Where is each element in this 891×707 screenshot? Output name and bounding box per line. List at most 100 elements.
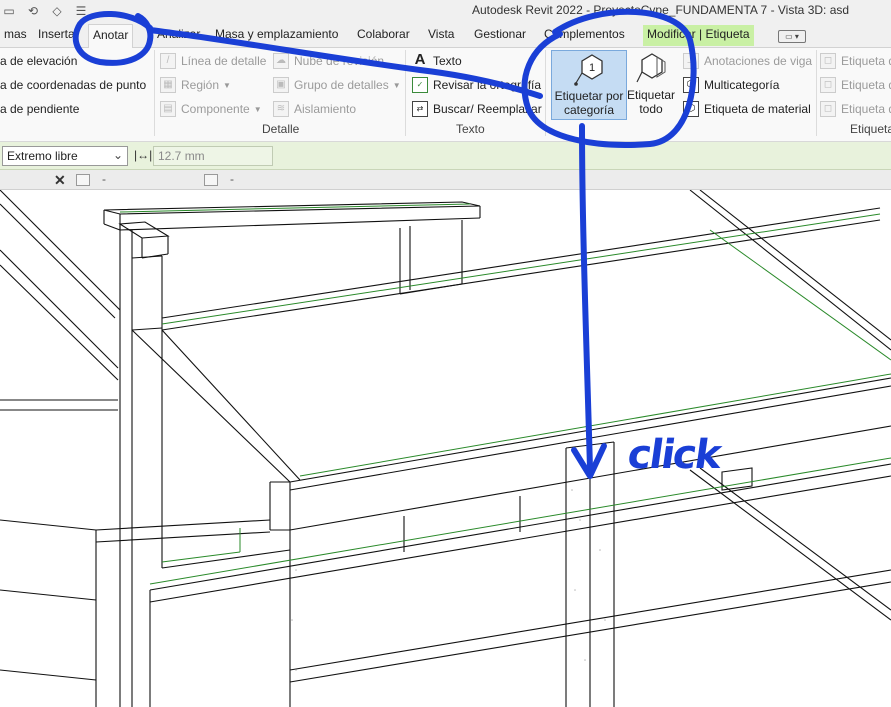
tag-icon: ◻: [820, 53, 836, 69]
detail-line-icon: /: [160, 53, 176, 69]
sync-icon[interactable]: ⟲: [26, 4, 40, 18]
detail-group-icon: ▣: [273, 77, 289, 93]
chevron-down-icon: ▼: [223, 80, 231, 90]
view-tab-2[interactable]: -: [230, 172, 234, 186]
spot-coordinate-button[interactable]: a de coordenadas de punto: [0, 74, 146, 96]
tag-icon: ◻: [820, 77, 836, 93]
spelling-button[interactable]: ✓ Revisar la ortografía: [412, 74, 541, 96]
spot-elevation-label: a de elevación: [0, 54, 78, 68]
right-tag-label-3: Etiqueta d: [841, 102, 891, 116]
tag-number: 1: [589, 62, 595, 74]
detail-line-button[interactable]: / Línea de detalle: [160, 50, 266, 72]
tab-insertar[interactable]: Insertar: [34, 27, 83, 47]
find-replace-icon: ⇄: [412, 101, 428, 117]
leader-end-value: Extremo libre: [7, 149, 78, 163]
tab-gestionar[interactable]: Gestionar: [470, 27, 530, 47]
multicategory-icon: ⬡: [683, 77, 699, 93]
open-icon[interactable]: ▭: [2, 4, 16, 18]
revision-cloud-icon: ☁: [273, 53, 289, 69]
view-icon: [204, 174, 218, 186]
find-replace-button[interactable]: ⇄ Buscar/ Reemplazar: [412, 98, 542, 120]
detail-panel-label: Detalle: [262, 122, 300, 136]
tab-complementos[interactable]: Complementos: [540, 27, 629, 47]
view-tabs: ✕ - -: [0, 170, 891, 190]
spell-check-icon: ✓: [412, 77, 428, 93]
panel-separator: [816, 50, 817, 136]
leader-end-select[interactable]: Extremo libre ⌄: [2, 146, 128, 166]
measure-icon[interactable]: ◇: [50, 4, 64, 18]
options-bar: Extremo libre ⌄ |↔| 12.7 mm: [0, 142, 891, 170]
revision-cloud-button[interactable]: ☁ Nube de revisión: [273, 50, 384, 72]
tab-modificar-etiqueta[interactable]: Modificar | Etiqueta: [643, 25, 754, 46]
quick-access-toolbar: ▭ ⟲ ◇ ☰: [0, 0, 88, 22]
spot-slope-label: a de pendiente: [0, 102, 80, 116]
beam-annotations-button[interactable]: ⊥ Anotaciones de viga: [683, 50, 812, 72]
panel-separator: [405, 50, 406, 136]
multicategory-button[interactable]: ⬡ Multicategoría: [683, 74, 779, 96]
spot-coordinate-label: a de coordenadas de punto: [0, 78, 147, 92]
beam-annotations-label: Anotaciones de viga: [704, 54, 813, 68]
tag-by-category-button[interactable]: 1 Etiquetar por categoría: [551, 50, 627, 120]
text-label: Texto: [433, 54, 462, 68]
material-tag-label: Etiqueta de material: [704, 102, 811, 116]
tab-analizar[interactable]: Analizar: [153, 27, 204, 47]
panel-separator: [154, 50, 155, 136]
leader-length-input[interactable]: 12.7 mm: [153, 146, 273, 166]
region-label: Región: [181, 78, 220, 92]
list-icon[interactable]: ☰: [74, 4, 88, 18]
beam-annotations-icon: ⊥: [683, 53, 699, 69]
insulation-label: Aislamiento: [294, 102, 357, 116]
view-icon: [76, 174, 90, 186]
spot-slope-button[interactable]: a de pendiente: [0, 98, 79, 120]
tag-by-category-icon: 1: [574, 54, 603, 86]
right-tag-button-3[interactable]: ◻ Etiqueta d: [820, 98, 891, 120]
view-tab-1[interactable]: -: [102, 172, 106, 186]
right-tag-label-2: Etiqueta d: [841, 78, 891, 92]
leader-length-icon: |↔|: [134, 148, 153, 162]
material-tag-icon: ⬡: [683, 101, 699, 117]
tab-vista[interactable]: Vista: [424, 27, 458, 47]
chevron-down-icon: ▼: [392, 80, 401, 90]
tag-all-label-line1: Etiquetar: [626, 88, 676, 102]
tab-colaborar[interactable]: Colaborar: [353, 27, 414, 47]
revision-cloud-label: Nube de revisión: [294, 54, 385, 68]
right-tag-button-1[interactable]: ◻ Etiqueta d: [820, 50, 891, 72]
tag-all-icon: [636, 53, 666, 83]
tag-by-category-label-line1: Etiquetar por: [554, 89, 624, 103]
text-icon: A: [414, 51, 426, 68]
region-button[interactable]: ▦ Región ▼: [160, 74, 231, 96]
detail-line-label: Línea de detalle: [181, 54, 267, 68]
close-icon[interactable]: ✕: [54, 172, 66, 189]
tab-mas[interactable]: mas: [0, 27, 31, 47]
insulation-button[interactable]: ≋ Aislamiento: [273, 98, 356, 120]
model-drawing: [0, 190, 891, 707]
chevron-down-icon: ⌄: [112, 148, 123, 162]
component-label: Componente: [181, 102, 250, 116]
tab-masa-emplazamiento[interactable]: Masa y emplazamiento: [211, 27, 342, 47]
find-replace-label: Buscar/ Reemplazar: [433, 102, 542, 116]
spot-elevation-button[interactable]: a de elevación: [0, 50, 77, 72]
ribbon-tabs: mas Insertar Anotar Analizar Masa y empl…: [0, 22, 891, 49]
spelling-label: Revisar la ortografía: [433, 78, 542, 92]
tag-panel-label: Etiqueta: [850, 122, 891, 136]
window-title: Autodesk Revit 2022 - ProyectoCype_FUNDA…: [472, 3, 850, 17]
right-tag-label-1: Etiqueta d: [841, 54, 891, 68]
3d-viewport[interactable]: [0, 190, 891, 707]
tag-by-category-label-line2: categoría: [563, 103, 615, 117]
chevron-down-icon: ▼: [253, 104, 262, 114]
ribbon-display-toggle[interactable]: ▭ ▾: [778, 30, 806, 43]
tag-all-label-line2: todo: [639, 102, 663, 116]
insulation-icon: ≋: [273, 101, 289, 117]
ribbon-panel: a de elevación a de coordenadas de punto…: [0, 48, 891, 142]
tag-icon: ◻: [820, 101, 836, 117]
detail-group-label: Grupo de detalles: [294, 78, 389, 92]
region-icon: ▦: [160, 77, 176, 93]
handwritten-click-note: click: [624, 432, 723, 478]
right-tag-button-2[interactable]: ◻ Etiqueta d: [820, 74, 891, 96]
detail-group-button[interactable]: ▣ Grupo de detalles ▼: [273, 74, 401, 96]
tab-anotar[interactable]: Anotar: [88, 24, 134, 49]
material-tag-button[interactable]: ⬡ Etiqueta de material: [683, 98, 811, 120]
tag-all-button[interactable]: Etiquetar todo: [626, 50, 676, 120]
text-button[interactable]: A Texto: [412, 50, 462, 72]
component-button[interactable]: ▤ Componente ▼: [160, 98, 262, 120]
